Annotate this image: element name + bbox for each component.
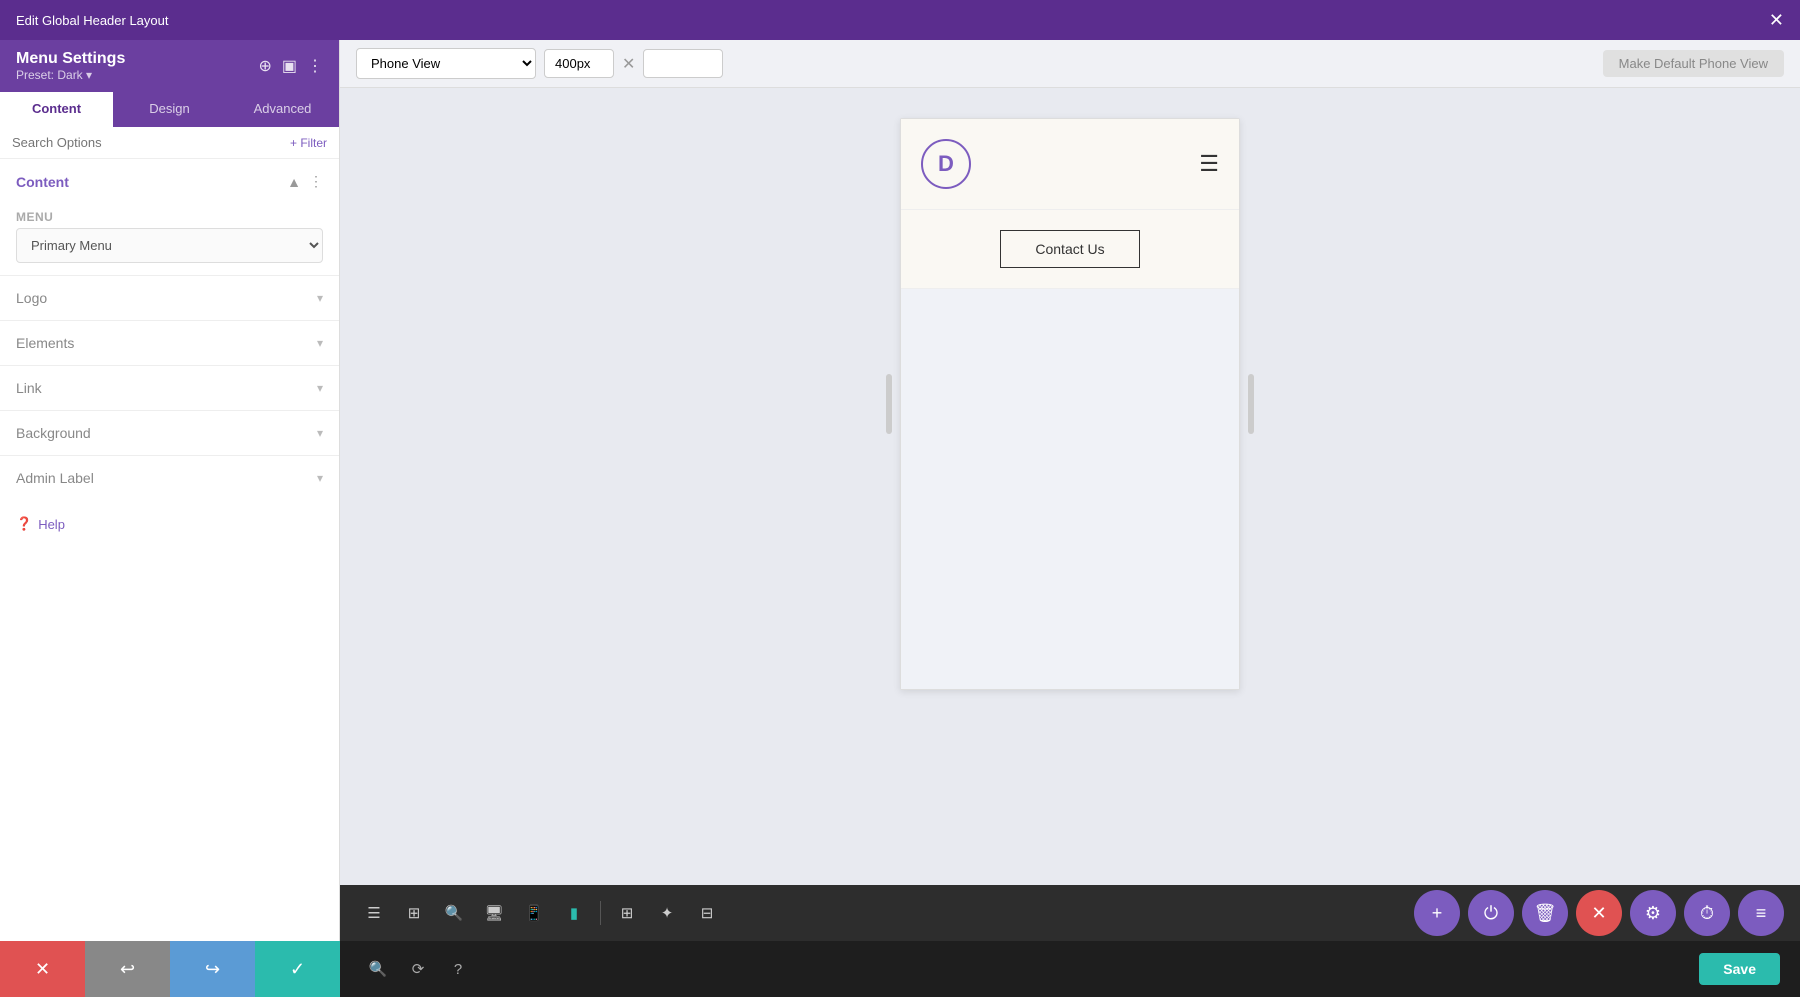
collapsible-admin-label[interactable]: Admin Label ▾ — [0, 455, 339, 500]
close-icon[interactable]: ✕ — [1769, 10, 1784, 31]
help-label: Help — [38, 517, 65, 532]
search-bar: + Filter — [0, 127, 339, 159]
help-button[interactable]: ❓ Help — [0, 500, 81, 548]
admin-label-chevron-icon: ▾ — [317, 471, 323, 485]
bottom-right-area: + ⏻ 🗑 ✕ ⚙ ⏱ ≡ — [729, 890, 1784, 936]
tablet-icon-btn[interactable]: 📱 — [516, 895, 552, 931]
search-icon-btn[interactable]: 🔍 — [436, 895, 472, 931]
save-button[interactable]: Save — [1699, 953, 1780, 985]
panel-title: Menu Settings — [16, 50, 125, 68]
preview-body — [901, 289, 1239, 689]
resize-handle-right[interactable] — [1248, 374, 1254, 434]
menu-select[interactable]: Primary Menu Footer Menu Mobile Menu — [16, 228, 323, 263]
top-bar-title: Edit Global Header Layout — [16, 13, 168, 28]
collapsible-elements[interactable]: Elements ▾ — [0, 320, 339, 365]
hamburger-icon[interactable]: ☰ — [1199, 151, 1219, 177]
tab-advanced[interactable]: Advanced — [226, 92, 339, 127]
layout-grid-icon-btn[interactable]: ⊟ — [689, 895, 725, 931]
phone-preview: D ☰ Contact Us — [900, 118, 1240, 690]
view-toolbar: Phone View Tablet View Desktop View ✕ Ma… — [340, 40, 1800, 88]
phone-icon-btn[interactable]: ▮ — [556, 895, 592, 931]
help-circle-icon: ❓ — [16, 516, 32, 532]
admin-label-label: Admin Label — [16, 470, 94, 486]
cancel-button[interactable]: ✕ — [1576, 890, 1622, 936]
separator — [600, 901, 601, 925]
panel-body: Content ▲ ⋮ Menu Primary Menu Footer Men… — [0, 159, 339, 941]
footer-right: Save — [1699, 953, 1780, 985]
px-input[interactable] — [544, 49, 614, 78]
footer-refresh-icon[interactable]: ⟳ — [400, 951, 436, 987]
extra-input[interactable] — [643, 49, 723, 78]
more-button[interactable]: ≡ — [1738, 890, 1784, 936]
settings-button[interactable]: ⚙ — [1630, 890, 1676, 936]
content-section-title: Content — [16, 174, 69, 190]
collapsible-link[interactable]: Link ▾ — [0, 365, 339, 410]
filter-button[interactable]: + Filter — [290, 136, 327, 150]
tabs: Content Design Advanced — [0, 92, 339, 127]
tab-design[interactable]: Design — [113, 92, 226, 127]
view-select[interactable]: Phone View Tablet View Desktop View — [356, 48, 536, 79]
menu-label: Menu — [0, 200, 339, 228]
logo-label: Logo — [16, 290, 47, 306]
preset-icon[interactable]: ⊕ — [258, 56, 271, 76]
power-button[interactable]: ⏻ — [1468, 890, 1514, 936]
resize-handle-left[interactable] — [886, 374, 892, 434]
section-more-icon[interactable]: ⋮ — [309, 173, 323, 190]
more-icon[interactable]: ⋮ — [307, 56, 323, 76]
logo-chevron-icon: ▾ — [317, 291, 323, 305]
redo-button[interactable]: ↪ — [170, 941, 255, 997]
background-chevron-icon: ▾ — [317, 426, 323, 440]
grid-icon-btn[interactable]: ⊞ — [396, 895, 432, 931]
action-bar: ✕ ↩ ↪ ✓ — [0, 941, 340, 997]
elements-chevron-icon: ▾ — [317, 336, 323, 350]
menu-field: Menu Primary Menu Footer Menu Mobile Men… — [0, 200, 339, 275]
default-phone-button[interactable]: Make Default Phone View — [1603, 50, 1784, 77]
search-input[interactable] — [12, 135, 282, 150]
layout-icon[interactable]: ▣ — [282, 56, 297, 76]
link-chevron-icon: ▾ — [317, 381, 323, 395]
desktop-icon-btn[interactable]: 🖥 — [476, 895, 512, 931]
discard-button[interactable]: ✕ — [0, 941, 85, 997]
collapsible-background[interactable]: Background ▾ — [0, 410, 339, 455]
clear-icon[interactable]: ✕ — [622, 54, 635, 74]
collapsible-logo[interactable]: Logo ▾ — [0, 275, 339, 320]
delete-button[interactable]: 🗑 — [1522, 890, 1568, 936]
footer-bar: 🔍 ⟳ ? Save — [340, 941, 1800, 997]
menu-icon-btn[interactable]: ☰ — [356, 895, 392, 931]
preview-container: D ☰ Contact Us — [900, 118, 1240, 690]
ai-icon-btn[interactable]: ✦ — [649, 895, 685, 931]
left-panel: Menu Settings Preset: Dark ▾ ⊕ ▣ ⋮ Conte… — [0, 40, 340, 941]
canvas: D ☰ Contact Us — [340, 88, 1800, 885]
content-section-header: Content ▲ ⋮ — [0, 159, 339, 200]
panel-header: Menu Settings Preset: Dark ▾ ⊕ ▣ ⋮ — [0, 40, 339, 92]
footer-left: 🔍 ⟳ ? — [360, 951, 476, 987]
main-layout: Menu Settings Preset: Dark ▾ ⊕ ▣ ⋮ Conte… — [0, 40, 1800, 941]
tab-content[interactable]: Content — [0, 92, 113, 127]
section-collapse-icon[interactable]: ▲ — [287, 173, 301, 190]
wireframe-icon-btn[interactable]: ⊞ — [609, 895, 645, 931]
elements-label: Elements — [16, 335, 74, 351]
footer-help-icon[interactable]: ? — [440, 951, 476, 987]
link-label: Link — [16, 380, 42, 396]
preview-logo: D — [921, 139, 971, 189]
add-button[interactable]: + — [1414, 890, 1460, 936]
bottom-toolbar: ☰ ⊞ 🔍 🖥 📱 ▮ ⊞ ✦ ⊟ + ⏻ 🗑 ✕ ⚙ ⏱ ≡ — [340, 885, 1800, 941]
contact-us-button[interactable]: Contact Us — [1000, 230, 1140, 268]
preset-label[interactable]: Preset: Dark ▾ — [16, 68, 125, 82]
background-label: Background — [16, 425, 91, 441]
apply-button[interactable]: ✓ — [255, 941, 340, 997]
footer: ✕ ↩ ↪ ✓ 🔍 ⟳ ? Save — [0, 941, 1800, 997]
top-bar: Edit Global Header Layout ✕ — [0, 0, 1800, 40]
preview-menu-dropdown: Contact Us — [901, 210, 1239, 289]
clock-button[interactable]: ⏱ — [1684, 890, 1730, 936]
canvas-area: Phone View Tablet View Desktop View ✕ Ma… — [340, 40, 1800, 941]
undo-button[interactable]: ↩ — [85, 941, 170, 997]
logo-letter: D — [938, 151, 954, 177]
footer-search-icon[interactable]: 🔍 — [360, 951, 396, 987]
preview-header: D ☰ — [901, 119, 1239, 210]
